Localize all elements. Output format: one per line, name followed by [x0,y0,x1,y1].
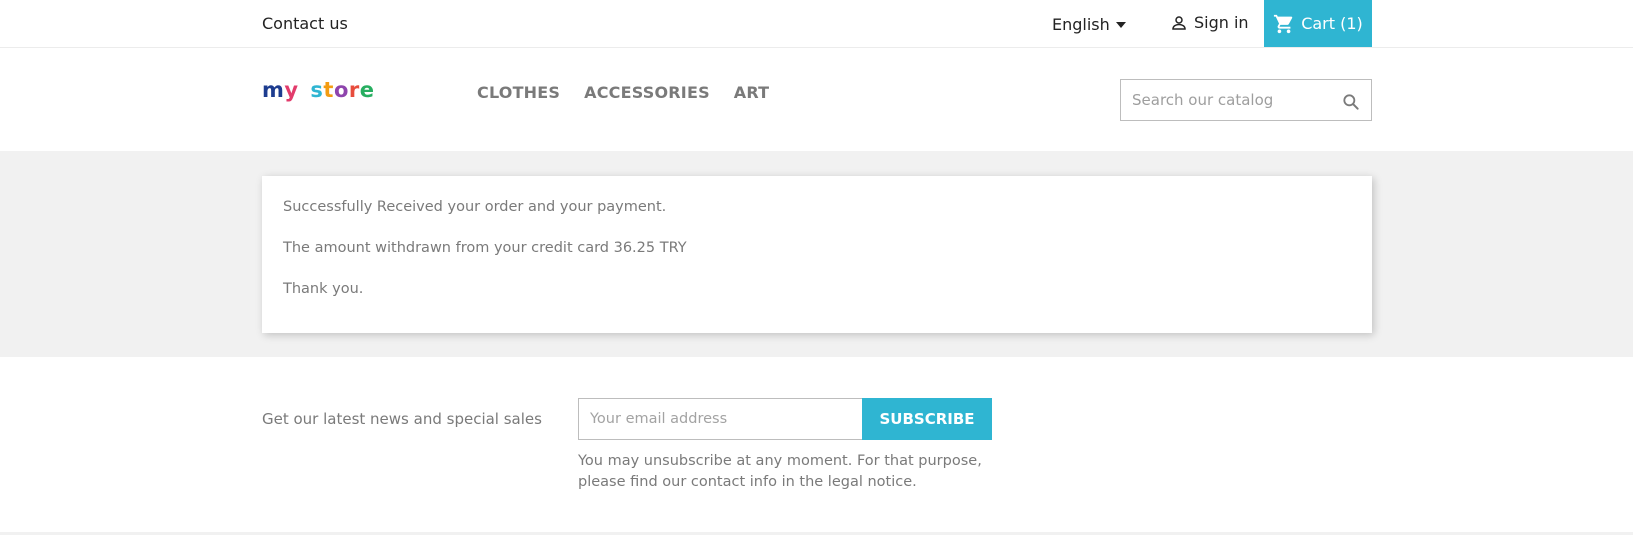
newsletter-section: Get our latest news and special sales SU… [0,357,1633,535]
menu-item-clothes[interactable]: CLOTHES [477,83,560,102]
language-label: English [1052,15,1110,34]
cart-label: Cart (1) [1301,14,1363,33]
search-input[interactable] [1132,91,1332,109]
confirmation-message: Successfully Received your order and you… [283,199,667,215]
person-icon [1172,15,1186,30]
menu-item-accessories[interactable]: ACCESSORIES [584,83,710,102]
contact-us-link[interactable]: Contact us [262,14,348,33]
sign-in-link[interactable]: Sign in [1170,13,1249,32]
header: my store CLOTHES ACCESSORIES ART [0,48,1633,151]
top-nav: Contact us English Sign in Cart (1) [0,0,1633,48]
menu-item-art[interactable]: ART [734,83,770,102]
amount-message: The amount withdrawn from your credit ca… [283,240,687,256]
main-menu: CLOTHES ACCESSORIES ART [477,83,769,102]
email-field-wrapper [578,398,863,440]
search-icon[interactable] [1341,92,1361,112]
caret-down-icon [1115,22,1126,28]
content-wrapper: Successfully Received your order and you… [0,151,1633,357]
thank-you-message: Thank you. [283,281,364,297]
sign-in-label: Sign in [1194,13,1249,32]
newsletter-note: You may unsubscribe at any moment. For t… [578,453,982,490]
search-box [1120,79,1372,121]
order-confirmation-card: Successfully Received your order and you… [262,176,1372,333]
language-selector[interactable]: English [1052,15,1126,34]
subscribe-button[interactable]: SUBSCRIBE [862,398,992,440]
newsletter-label: Get our latest news and special sales [262,410,542,428]
cart-button[interactable]: Cart (1) [1264,0,1372,47]
email-field[interactable] [590,411,850,427]
shopping-cart-icon [1274,14,1293,33]
store-logo[interactable]: my store [262,78,375,102]
